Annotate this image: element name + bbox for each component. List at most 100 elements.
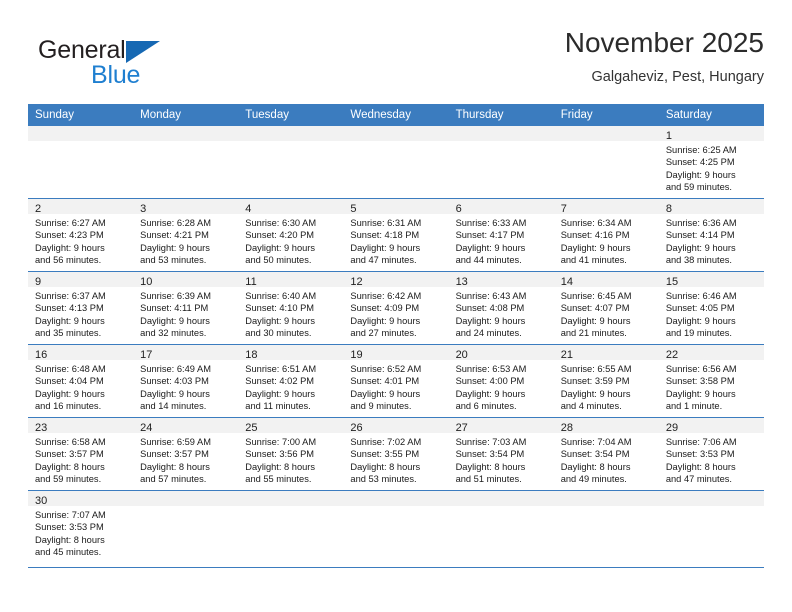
calendar-day-cell[interactable]: 25 Sunrise: 7:00 AM Sunset: 3:56 PM Dayligh… [238,418,344,490]
day-number-bar: 15 [658,272,764,288]
day-info-daylight1: Daylight: 9 hours [140,315,210,326]
day-info-sunset: Sunset: 4:18 PM [350,230,420,241]
day-number: 2 [35,203,42,215]
day-info-sunset: Sunset: 4:10 PM [245,303,315,314]
day-sun-info: Sunrise: 6:46 AM Sunset: 4:05 PM Daylight:… [659,287,764,339]
day-number-bar: 29 [658,418,764,434]
calendar-day-cell[interactable]: 20 Sunrise: 6:53 AM Sunset: 4:00 PM Dayligh… [448,345,554,417]
day-info-daylight2: and 19 minutes. [665,327,732,338]
day-info-daylight2: and 53 minutes. [140,254,207,265]
calendar-day-cell-empty [448,126,554,198]
day-info-daylight1: Daylight: 9 hours [245,242,316,253]
day-info-sunset: Sunset: 4:11 PM [140,303,209,314]
day-sun-info: Sunrise: 6:33 AM Sunset: 4:17 PM Daylight:… [449,214,554,266]
day-info-daylight1: Daylight: 8 hours [35,461,105,472]
day-info-daylight1: Daylight: 9 hours [35,315,105,326]
calendar-day-cell[interactable]: 7 Sunrise: 6:34 AM Sunset: 4:16 PM Daylight… [553,199,659,271]
day-sun-info: Sunrise: 6:43 AM Sunset: 4:08 PM Daylight:… [449,287,554,339]
day-sun-info: Sunrise: 7:04 AM Sunset: 3:54 PM Daylight:… [554,433,659,485]
calendar-day-cell-empty [238,491,344,567]
day-info-sunset: Sunset: 4:02 PM [245,376,315,387]
calendar-day-cell[interactable]: 1 Sunrise: 6:25 AM Sunset: 4:25 PM Daylight… [658,126,764,198]
day-info-daylight1: Daylight: 8 hours [35,534,105,545]
day-info-sunset: Sunset: 4:13 PM [35,303,104,314]
day-number-bar: 3 [133,199,239,215]
day-info-daylight2: and 53 minutes. [350,473,417,484]
day-number-bar: 12 [343,272,449,288]
day-number-bar: 2 [28,199,134,215]
day-info-sunset: Sunset: 4:09 PM [350,303,420,314]
day-number-bar: 20 [448,345,554,361]
day-info-daylight2: and 14 minutes. [140,400,207,411]
calendar-day-cell[interactable]: 10 Sunrise: 6:39 AM Sunset: 4:11 PM Dayligh… [133,272,239,344]
calendar-day-cell[interactable]: 3 Sunrise: 6:28 AM Sunset: 4:21 PM Daylight… [133,199,239,271]
calendar-day-cell[interactable]: 28 Sunrise: 7:04 AM Sunset: 3:54 PM Dayligh… [553,418,659,490]
calendar-day-cell[interactable]: 2 Sunrise: 6:27 AM Sunset: 4:23 PM Daylight… [28,199,134,271]
calendar-day-cell[interactable]: 16 Sunrise: 6:48 AM Sunset: 4:04 PM Dayligh… [28,345,134,417]
day-number-bar [238,491,344,506]
calendar-day-cell[interactable]: 6 Sunrise: 6:33 AM Sunset: 4:17 PM Daylight… [448,199,554,271]
calendar-day-cell[interactable]: 9 Sunrise: 6:37 AM Sunset: 4:13 PM Daylight… [28,272,134,344]
day-info-daylight2: and 24 minutes. [455,327,522,338]
day-info-daylight1: Daylight: 8 hours [560,461,631,472]
calendar-day-cell-empty [343,491,449,567]
day-sun-info: Sunrise: 7:03 AM Sunset: 3:54 PM Daylight:… [449,433,554,485]
calendar-day-cell[interactable]: 26 Sunrise: 7:02 AM Sunset: 3:55 PM Dayligh… [343,418,449,490]
day-info-daylight2: and 50 minutes. [245,254,312,265]
calendar-page: General Blue November 2025 Galgaheviz, P… [0,0,792,612]
day-info-sunrise: Sunrise: 6:45 AM [560,291,632,301]
day-info-daylight2: and 45 minutes. [35,546,102,557]
logo-triangle-icon [126,41,160,63]
calendar-day-cell[interactable]: 30 Sunrise: 7:07 AM Sunset: 3:53 PM Dayligh… [28,491,134,567]
day-number-bar: 14 [553,272,659,288]
day-info-daylight2: and 51 minutes. [455,473,522,484]
day-info-daylight1: Daylight: 9 hours [350,388,421,399]
day-info-sunrise: Sunrise: 6:33 AM [455,218,527,228]
day-info-daylight2: and 55 minutes. [245,473,312,484]
day-info-daylight1: Daylight: 9 hours [665,315,736,326]
day-info-daylight2: and 4 minutes. [560,400,622,411]
calendar-day-cell[interactable]: 5 Sunrise: 6:31 AM Sunset: 4:18 PM Daylight… [343,199,449,271]
day-number-bar: 5 [343,199,449,215]
day-number-bar: 18 [238,345,344,361]
day-number-bar: 27 [448,418,554,434]
calendar-day-cell[interactable]: 11 Sunrise: 6:40 AM Sunset: 4:10 PM Dayligh… [238,272,344,344]
day-number: 6 [455,203,462,215]
general-blue-logo[interactable]: General Blue [38,36,238,96]
calendar-day-cell[interactable]: 13 Sunrise: 6:43 AM Sunset: 4:08 PM Dayligh… [448,272,554,344]
calendar-day-cell[interactable]: 21 Sunrise: 6:55 AM Sunset: 3:59 PM Dayligh… [553,345,659,417]
day-number-bar: 23 [28,418,134,434]
day-number-bar: 24 [133,418,239,434]
day-number: 1 [665,130,672,142]
day-info-sunrise: Sunrise: 6:31 AM [350,218,422,228]
calendar-day-cell[interactable]: 17 Sunrise: 6:49 AM Sunset: 4:03 PM Dayligh… [133,345,239,417]
calendar-day-cell[interactable]: 29 Sunrise: 7:06 AM Sunset: 3:53 PM Dayligh… [658,418,764,490]
weekday-header-row: Sunday Monday Tuesday Wednesday Thursday… [28,104,764,126]
calendar-day-cell[interactable]: 18 Sunrise: 6:51 AM Sunset: 4:02 PM Dayligh… [238,345,344,417]
calendar-day-cell[interactable]: 24 Sunrise: 6:59 AM Sunset: 3:57 PM Dayligh… [133,418,239,490]
day-sun-info: Sunrise: 6:28 AM Sunset: 4:21 PM Daylight:… [133,214,238,266]
calendar-day-cell[interactable]: 15 Sunrise: 6:46 AM Sunset: 4:05 PM Dayligh… [658,272,764,344]
calendar-day-cell[interactable]: 14 Sunrise: 6:45 AM Sunset: 4:07 PM Dayligh… [553,272,659,344]
calendar-day-cell[interactable]: 4 Sunrise: 6:30 AM Sunset: 4:20 PM Daylight… [238,199,344,271]
day-number-bar [133,126,239,141]
calendar-day-cell-empty [553,491,659,567]
page-title: November 2025 [564,27,764,58]
calendar-day-cell[interactable]: 22 Sunrise: 6:56 AM Sunset: 3:58 PM Dayligh… [658,345,764,417]
day-info-sunset: Sunset: 3:57 PM [35,449,104,460]
calendar-day-cell[interactable]: 19 Sunrise: 6:52 AM Sunset: 4:01 PM Dayligh… [343,345,449,417]
day-number: 13 [455,276,468,288]
day-info-daylight1: Daylight: 9 hours [560,388,631,399]
day-sun-info: Sunrise: 7:07 AM Sunset: 3:53 PM Daylight:… [28,506,133,558]
day-sun-info: Sunrise: 6:55 AM Sunset: 3:59 PM Daylight:… [554,360,659,412]
calendar-day-cell[interactable]: 27 Sunrise: 7:03 AM Sunset: 3:54 PM Dayligh… [448,418,554,490]
day-number: 24 [140,422,153,434]
title-block: November 2025 Galgaheviz, Pest, Hungary [565,26,764,88]
day-number-bar [238,126,344,141]
calendar-day-cell[interactable]: 12 Sunrise: 6:42 AM Sunset: 4:09 PM Dayligh… [343,272,449,344]
calendar-day-cell[interactable]: 23 Sunrise: 6:58 AM Sunset: 3:57 PM Dayligh… [28,418,134,490]
day-sun-info: Sunrise: 7:00 AM Sunset: 3:56 PM Daylight:… [238,433,343,485]
day-info-sunrise: Sunrise: 7:04 AM [560,437,632,447]
day-info-daylight1: Daylight: 8 hours [455,461,526,472]
calendar-day-cell[interactable]: 8 Sunrise: 6:36 AM Sunset: 4:14 PM Daylight… [658,199,764,271]
